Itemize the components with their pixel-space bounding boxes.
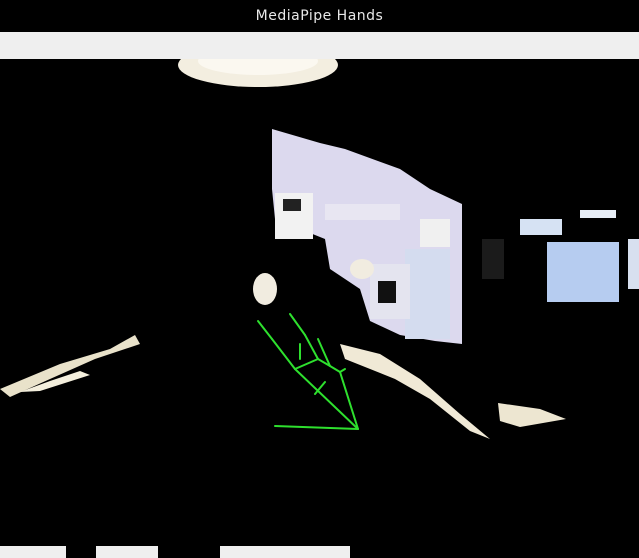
camera-feed-image — [0, 59, 639, 542]
person-head — [253, 273, 277, 305]
status-segment — [96, 546, 158, 558]
camera-view — [0, 59, 639, 542]
window-title: MediaPipe Hands — [255, 8, 384, 24]
background-window — [547, 242, 619, 302]
toolbar-area — [0, 32, 639, 59]
status-segment — [220, 546, 350, 558]
status-bar — [0, 542, 639, 558]
window-titlebar: MediaPipe Hands — [0, 0, 639, 32]
status-segment — [0, 546, 66, 558]
